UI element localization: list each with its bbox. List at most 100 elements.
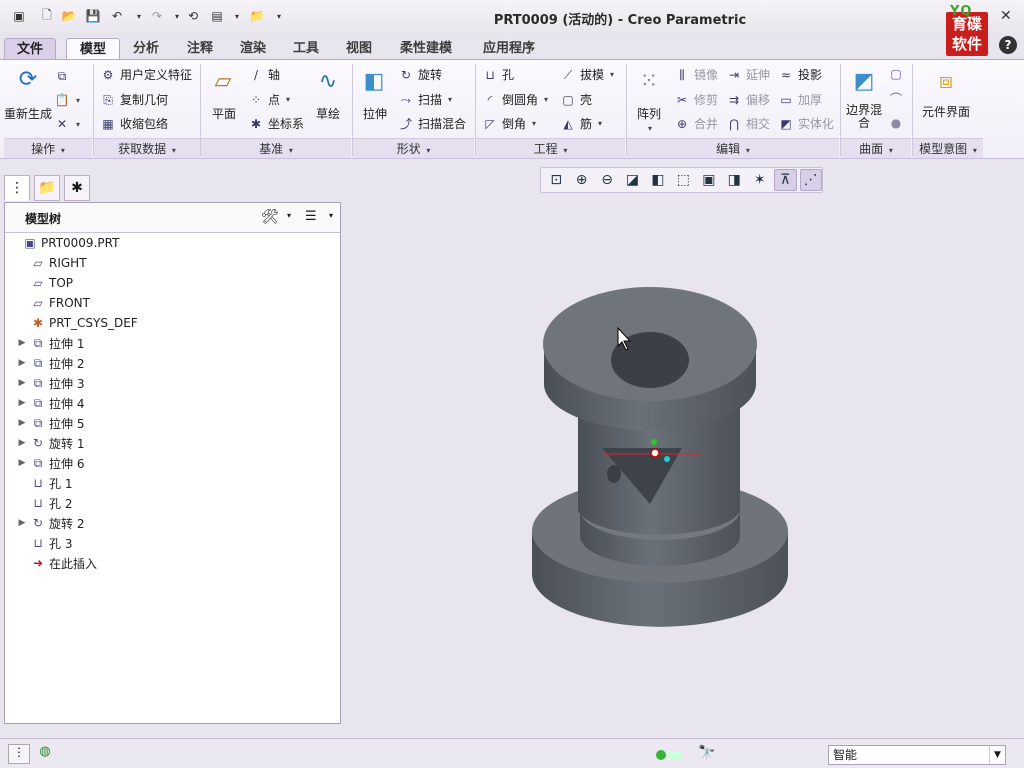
sweep-button[interactable]: ⤳ 扫描 ▾ — [398, 91, 452, 108]
component-interface-button[interactable]: 元件界面 — [922, 106, 970, 119]
freestyle-icon[interactable]: ● — [888, 115, 904, 131]
extend-button[interactable]: ⇥ 延伸 — [726, 66, 770, 83]
group-operations[interactable]: 操作 ▾ — [4, 138, 92, 158]
annotation-display-icon[interactable]: ⊼ — [773, 169, 797, 191]
tree-item[interactable]: ▶ ⧉ 拉伸 4 — [5, 393, 325, 413]
expand-arrow-icon[interactable]: ▶ — [15, 438, 29, 448]
favorites-tab-icon[interactable]: ✱ — [64, 175, 90, 201]
expand-arrow-icon[interactable]: ▶ — [15, 518, 29, 528]
close-window-icon[interactable]: 📁 — [248, 7, 266, 25]
extrude-icon[interactable]: ◧ — [358, 66, 390, 96]
expand-arrow-icon[interactable]: ▶ — [15, 378, 29, 388]
undo-icon[interactable]: ↶ — [108, 7, 126, 25]
expand-arrow-icon[interactable]: ▶ — [15, 338, 29, 348]
boundary-blend-button[interactable]: 边界混合 — [842, 104, 886, 130]
tab-annotate[interactable]: 注释 — [176, 38, 224, 60]
saved-orientations-icon[interactable]: ⬚ — [672, 169, 694, 191]
undo-dropdown-icon[interactable]: ▾ — [130, 7, 148, 25]
group-get-data[interactable]: 获取数据 ▾ — [94, 138, 200, 158]
tree-item[interactable]: ▶ ↻ 旋转 1 — [5, 433, 325, 453]
tree-item[interactable]: ➜ 在此插入 — [5, 553, 325, 573]
refit-icon[interactable]: ⊡ — [545, 169, 567, 191]
shrinkwrap-button[interactable]: ▦ 收缩包络 — [100, 115, 168, 132]
shell-button[interactable]: ▢ 壳 — [560, 91, 592, 108]
axis-button[interactable]: / 轴 — [248, 66, 280, 83]
tab-file[interactable]: 文件 — [4, 38, 56, 60]
windows-dropdown-icon[interactable]: ▾ — [228, 7, 246, 25]
tree-item[interactable]: ▶ ⧉ 拉伸 1 — [5, 333, 325, 353]
paste-icon[interactable]: 📋 ▾ — [54, 92, 81, 108]
graphics-area[interactable] — [342, 196, 1024, 736]
pattern-button[interactable]: 阵列 ▾ — [630, 108, 668, 135]
group-engineering[interactable]: 工程 ▾ — [476, 138, 625, 158]
perspective-icon[interactable]: ◨ — [723, 169, 745, 191]
regenerate-icon[interactable]: ⟳ — [12, 64, 44, 94]
tree-item[interactable]: ⊔ 孔 3 — [5, 533, 325, 553]
rib-button[interactable]: ◭ 筋 ▾ — [560, 115, 602, 132]
display-style-icon[interactable]: ◧ — [647, 169, 669, 191]
expand-arrow-icon[interactable]: ▶ — [15, 358, 29, 368]
draft-button[interactable]: ⟋ 拔模 ▾ — [560, 66, 614, 83]
tab-flexible-modeling[interactable]: 柔性建模 — [390, 38, 462, 60]
revolve-button[interactable]: ↻ 旋转 — [398, 66, 442, 83]
sketch-button[interactable]: 草绘 — [308, 108, 348, 121]
project-button[interactable]: ≈ 投影 — [778, 66, 822, 83]
chamfer-button[interactable]: ◸ 倒角 ▾ — [482, 115, 536, 132]
view-manager-icon[interactable]: ▣ — [698, 169, 720, 191]
delete-icon[interactable]: ✕ ▾ — [54, 116, 80, 132]
tree-settings-dropdown-icon[interactable]: ▾ — [287, 211, 291, 220]
swept-blend-button[interactable]: ⤴ 扫描混合 — [398, 115, 466, 132]
datum-display-filters-icon[interactable]: ✶ — [749, 169, 771, 191]
tree-item[interactable]: ✱ PRT_CSYS_DEF — [5, 313, 325, 333]
csys-button[interactable]: ✱ 坐标系 — [248, 115, 304, 132]
spin-center-icon[interactable]: ⋰ — [799, 169, 823, 191]
show-options-dropdown-icon[interactable]: ▾ — [329, 211, 333, 220]
tree-item[interactable]: ⊔ 孔 2 — [5, 493, 325, 513]
new-file-icon[interactable]: 🗋 — [38, 7, 56, 25]
save-icon[interactable]: 💾 — [84, 7, 102, 25]
tree-item[interactable]: ▶ ⧉ 拉伸 3 — [5, 373, 325, 393]
boundary-blend-icon[interactable]: ◩ — [848, 66, 880, 96]
part-model[interactable] — [532, 287, 788, 627]
tree-item[interactable]: ▱ FRONT — [5, 293, 325, 313]
tab-model[interactable]: 模型 — [66, 38, 120, 60]
group-datum[interactable]: 基准 ▾ — [201, 138, 351, 158]
tree-settings-icon[interactable]: 🛠 — [261, 209, 279, 225]
pattern-icon[interactable]: ⁙ — [633, 66, 665, 96]
tree-item[interactable]: ⊔ 孔 1 — [5, 473, 325, 493]
browser-icon[interactable]: ◍ — [34, 744, 56, 764]
expand-arrow-icon[interactable]: ▶ — [15, 398, 29, 408]
expand-arrow-icon[interactable]: ▶ — [15, 418, 29, 428]
tab-applications[interactable]: 应用程序 — [472, 38, 546, 60]
hole-button[interactable]: ⊔ 孔 — [482, 66, 514, 83]
redo-icon[interactable]: ↷ — [148, 7, 166, 25]
tree-item[interactable]: ▱ TOP — [5, 273, 325, 293]
selection-filter-select[interactable]: 智能 ▼ — [828, 745, 1006, 765]
user-defined-feature-button[interactable]: ⚙ 用户定义特征 — [100, 66, 192, 83]
quick-access-customize-icon[interactable]: ▾ — [270, 7, 288, 25]
plane-button[interactable]: 平面 — [204, 108, 244, 121]
merge-button[interactable]: ⊕ 合并 — [674, 115, 718, 132]
show-options-icon[interactable]: ☰ — [305, 209, 317, 224]
tree-item[interactable]: ▶ ⧉ 拉伸 2 — [5, 353, 325, 373]
plane-icon[interactable]: ▱ — [207, 66, 239, 96]
repaint-icon[interactable]: ◪ — [621, 169, 643, 191]
tab-analysis[interactable]: 分析 — [122, 38, 170, 60]
windows-icon[interactable]: ▤ — [208, 7, 226, 25]
tree-item[interactable]: ▶ ⧉ 拉伸 5 — [5, 413, 325, 433]
tree-item[interactable]: ▶ ↻ 旋转 2 — [5, 513, 325, 533]
sketch-icon[interactable]: ∿ — [312, 66, 344, 96]
zoom-out-icon[interactable]: ⊖ — [596, 169, 618, 191]
model-tree-tab-icon[interactable]: ⋮ — [4, 175, 30, 201]
regenerate-icon[interactable]: ⟲ — [184, 7, 202, 25]
find-icon[interactable]: 🔭 — [698, 745, 715, 761]
group-model-intent[interactable]: 模型意图 ▾ — [913, 138, 983, 158]
expand-arrow-icon[interactable]: ▶ — [15, 458, 29, 468]
group-shapes[interactable]: 形状 ▾ — [353, 138, 474, 158]
tree-item[interactable]: ▶ ⧉ 拉伸 6 — [5, 453, 325, 473]
intersect-button[interactable]: ⋂ 相交 — [726, 115, 770, 132]
folder-browser-tab-icon[interactable]: 📁 — [34, 175, 60, 201]
solidify-button[interactable]: ◩ 实体化 — [778, 115, 834, 132]
round-button[interactable]: ◜ 倒圆角 ▾ — [482, 91, 548, 108]
tab-tools[interactable]: 工具 — [282, 38, 330, 60]
